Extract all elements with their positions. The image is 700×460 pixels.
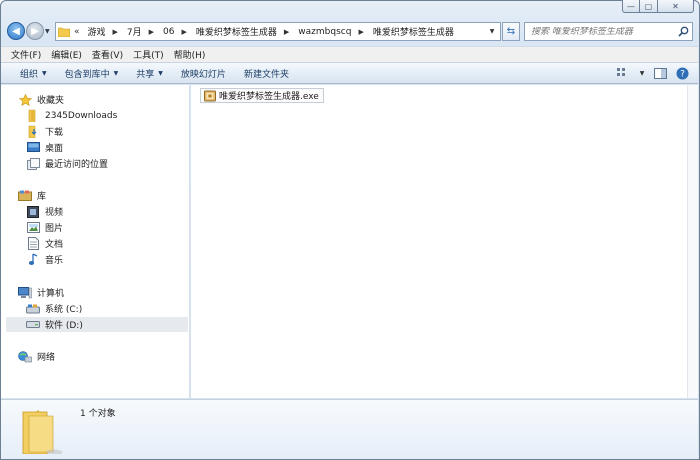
search-box[interactable]	[524, 22, 693, 41]
menu-view[interactable]: 查看(V)	[87, 48, 128, 61]
nav-computer[interactable]: 计算机	[18, 285, 64, 300]
pictures-library-icon	[26, 221, 40, 235]
nav-2345downloads[interactable]: 2345Downloads	[26, 108, 117, 123]
view-grid-icon	[617, 68, 625, 76]
nav-documents[interactable]: 文档	[26, 236, 63, 251]
system-drive-icon	[26, 302, 40, 316]
search-icon[interactable]	[674, 26, 692, 37]
details-pane: 1 个对象	[1, 399, 698, 459]
refresh-button[interactable]: ⇆	[502, 22, 520, 41]
music-library-icon	[26, 253, 40, 267]
breadcrumb-item[interactable]: wazmbqscq ▶	[295, 27, 370, 37]
nav-downloads[interactable]: 下载	[26, 124, 63, 139]
breadcrumb-item[interactable]: 06 ▶	[160, 27, 193, 37]
change-view-button[interactable]	[616, 66, 632, 80]
chevron-right-icon[interactable]: ▶	[145, 28, 160, 36]
chevron-right-icon[interactable]: ▶	[178, 28, 193, 36]
dropdown-arrow-icon: ▼	[42, 69, 47, 77]
hard-drive-icon	[26, 318, 40, 332]
maximize-button[interactable]: ▢	[640, 0, 658, 13]
folder-icon	[19, 406, 65, 455]
preview-pane-icon	[653, 67, 667, 79]
chevron-right-icon[interactable]: ▶	[354, 28, 369, 36]
forward-button[interactable]: ▶	[26, 22, 44, 40]
downloads-folder-icon	[26, 125, 40, 139]
search-input[interactable]	[525, 26, 674, 37]
breadcrumb-item[interactable]: 游戏 ▶	[85, 25, 124, 39]
view-controls: ▼ ?	[616, 66, 690, 80]
back-arrow-icon: ◀	[12, 25, 20, 37]
recent-places-icon	[26, 157, 40, 171]
breadcrumb-item-current[interactable]: 唯爱织梦标签生成器	[370, 25, 457, 38]
nav-music[interactable]: 音乐	[26, 252, 63, 267]
window-controls: — ▢ ✕	[622, 0, 694, 13]
item-count: 1 个对象	[80, 409, 116, 419]
nav-pictures[interactable]: 图片	[26, 220, 63, 235]
svg-text:?: ?	[680, 69, 685, 79]
menu-edit[interactable]: 编辑(E)	[46, 48, 87, 61]
chevron-right-icon[interactable]: ▶	[109, 28, 124, 36]
dropdown-arrow-icon: ▼	[158, 69, 163, 77]
menu-file[interactable]: 文件(F)	[6, 48, 46, 61]
desktop-icon	[26, 141, 40, 155]
organize-button[interactable]: 组织 ▼	[11, 67, 56, 80]
slideshow-button[interactable]: 放映幻灯片	[172, 67, 235, 80]
vertical-scrollbar[interactable]	[687, 85, 698, 398]
nav-network[interactable]: 网络	[18, 349, 55, 364]
close-button[interactable]: ✕	[658, 0, 694, 13]
nav-libraries[interactable]: 库	[18, 188, 46, 203]
exe-app-icon	[204, 90, 216, 102]
file-item[interactable]: 唯爱织梦标签生成器.exe	[200, 88, 324, 103]
computer-icon	[18, 286, 32, 300]
file-list-pane	[191, 85, 687, 398]
breadcrumb-item[interactable]: 唯爱织梦标签生成器 ▶	[193, 25, 295, 39]
nav-recent-places[interactable]: 最近访问的位置	[26, 156, 108, 171]
chevron-right-icon[interactable]: ▶	[280, 28, 295, 36]
dropdown-arrow-icon: ▼	[113, 69, 119, 77]
include-in-library-button[interactable]: 包含到库中 ▼	[56, 67, 128, 80]
new-folder-button[interactable]: 新建文件夹	[235, 67, 298, 80]
back-button[interactable]: ◀	[7, 22, 25, 40]
nav-desktop[interactable]: 桌面	[26, 140, 63, 155]
nav-drive-d[interactable]: 软件 (D:)	[6, 317, 188, 332]
minimize-button[interactable]: —	[622, 0, 640, 13]
command-bar: 组织 ▼ 包含到库中 ▼ 共享 ▼ 放映幻灯片 新建文件夹 ▼ ?	[1, 62, 698, 84]
network-icon	[18, 350, 32, 364]
nav-favorites[interactable]: 收藏夹	[18, 92, 64, 107]
address-bar[interactable]: « 游戏 ▶ 7月 ▶ 06 ▶ 唯爱织梦标签生成器 ▶ wazmbqscq ▶ 唯爱织梦…	[55, 22, 501, 41]
address-history-dropdown[interactable]: ▼	[484, 23, 500, 40]
folder-icon	[26, 109, 40, 123]
menu-tools[interactable]: 工具(T)	[128, 48, 169, 61]
help-button[interactable]: ?	[674, 66, 690, 80]
breadcrumb-item[interactable]: 7月 ▶	[124, 25, 160, 39]
forward-arrow-icon: ▶	[31, 25, 39, 37]
folder-icon	[57, 23, 71, 40]
star-icon	[18, 93, 32, 107]
help-icon: ?	[676, 67, 688, 79]
video-library-icon	[26, 205, 40, 219]
breadcrumb-overflow[interactable]: «	[74, 27, 80, 37]
minimize-icon: —	[627, 1, 635, 11]
close-icon: ✕	[672, 1, 679, 11]
libraries-icon	[18, 189, 32, 203]
refresh-icon: ⇆	[506, 26, 516, 37]
share-button[interactable]: 共享 ▼	[127, 67, 172, 80]
nav-drive-c[interactable]: 系统 (C:)	[26, 301, 82, 316]
menu-help[interactable]: 帮助(H)	[169, 48, 211, 61]
file-name: 唯爱织梦标签生成器.exe	[219, 92, 319, 102]
view-options-dropdown[interactable]: ▼	[638, 66, 646, 80]
maximize-icon: ▢	[644, 1, 653, 11]
nav-videos[interactable]: 视频	[26, 204, 63, 219]
menu-bar: 文件(F) 编辑(E) 查看(V) 工具(T) 帮助(H)	[1, 46, 698, 62]
documents-library-icon	[26, 237, 40, 251]
recent-pages-dropdown[interactable]: ▼	[45, 28, 50, 35]
preview-pane-button[interactable]	[652, 66, 668, 80]
